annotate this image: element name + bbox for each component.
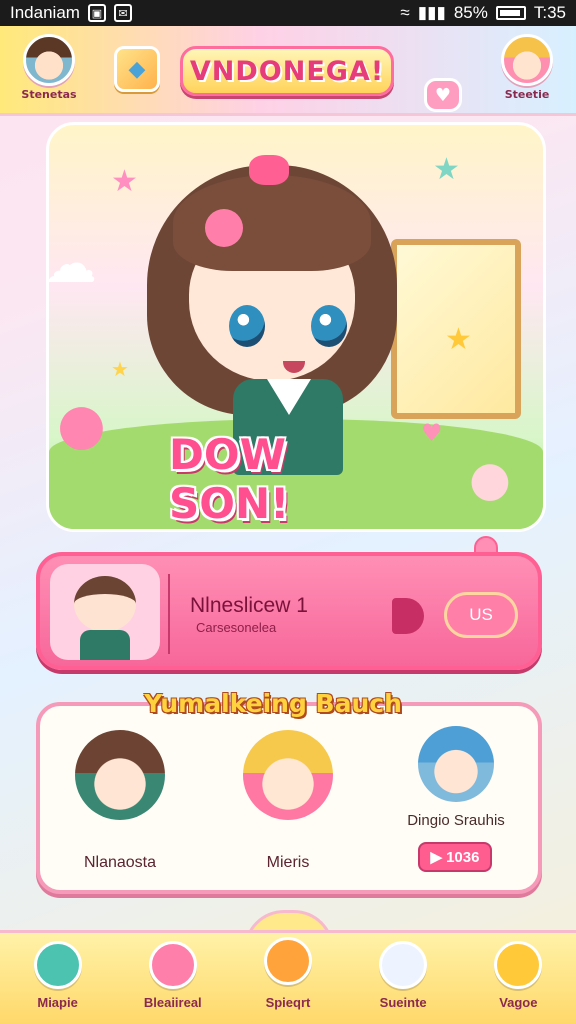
profile-avatar[interactable] [50, 564, 160, 660]
creature-icon [379, 941, 428, 989]
panel-title: Yumalkeing Bauch [144, 688, 402, 718]
nav-item-center[interactable]: Spieqrt [240, 933, 336, 1010]
right-player-avatar[interactable]: Steetie [492, 34, 562, 101]
pink-creature-icon: ● [57, 392, 106, 457]
bookmark-icon[interactable] [392, 598, 424, 634]
battery-percent: 85% [453, 3, 488, 22]
wifi-icon: ≈ [400, 3, 410, 22]
buy-button[interactable]: ▶ 1036 [418, 842, 492, 872]
hero-banner-text: DOW SON! [169, 430, 290, 528]
clock: T:35 [533, 3, 566, 22]
star-icon: ★ [111, 357, 129, 381]
star-icon: ★ [445, 322, 472, 357]
character-card[interactable]: Mieris [218, 730, 358, 872]
game-title: VNDONEGA! [180, 46, 394, 96]
cloud-icon: ☁ [46, 232, 97, 295]
character-card[interactable]: Dingio Srauhis [386, 726, 526, 829]
creature-icon [33, 941, 82, 989]
star-icon: ★ [111, 164, 138, 199]
character-card[interactable]: Nlanaosta [50, 730, 190, 872]
creature-icon [494, 941, 543, 989]
profile-card[interactable]: Nlneslicew 1 Carsesonelea US [36, 536, 542, 670]
character-name: Dingio Srauhis [407, 812, 505, 829]
right-eye [311, 305, 347, 347]
left-eye [229, 305, 265, 347]
battery-icon [495, 6, 526, 20]
game-header: Stenetas ◆ VNDONEGA! ♥ Steetie [0, 26, 576, 116]
heart-icon[interactable]: ♥ [424, 78, 462, 112]
divider [168, 574, 170, 654]
us-button[interactable]: US [444, 592, 518, 638]
message-icon: ✉ [113, 4, 132, 22]
right-avatar-label: Steetie [504, 88, 550, 101]
character-name: Nlanaosta [83, 854, 157, 871]
radish-creature-icon: ● [469, 451, 511, 507]
profile-subtitle: Carsesonelea [196, 620, 277, 635]
character-portrait [75, 730, 165, 820]
hair-flower [205, 209, 243, 247]
avatar [23, 34, 75, 86]
hair-bow [249, 155, 289, 185]
bell-icon[interactable] [474, 536, 498, 554]
hero-scene[interactable]: ★ ★ ★ ★ ♥ ☁ ● ● DOW SON! [46, 122, 546, 532]
app-name: Indaniam [10, 3, 80, 22]
avatar [501, 34, 553, 86]
left-player-avatar[interactable]: Stenetas [14, 34, 84, 101]
status-bar: Indaniam ▣ ✉ ≈ ▮▮▮ 85% T:35 [0, 0, 576, 26]
signal-icon: ▮▮▮ [417, 3, 446, 22]
character-name: Mieris [266, 854, 310, 871]
nav-item-collection[interactable]: Bleaiireal [125, 933, 221, 1010]
notification-icon: ▣ [87, 4, 106, 22]
nav-item-friends[interactable]: Sueinte [355, 933, 451, 1010]
play-icon: ▶ [430, 849, 443, 866]
nav-item-home[interactable]: Miapie [10, 933, 106, 1010]
main-character[interactable] [147, 155, 397, 475]
character-portrait [418, 726, 494, 802]
star-icon: ★ [433, 152, 460, 187]
gem-icon[interactable]: ◆ [114, 46, 160, 92]
profile-name: Nlneslicew 1 [190, 594, 308, 617]
bottom-nav: Miapie Bleaiireal Spieqrt Sueinte Vagoe [0, 930, 576, 1024]
nav-item-settings[interactable]: Vagoe [470, 933, 566, 1010]
price-value: 1036 [446, 848, 480, 866]
character-portrait [243, 730, 333, 820]
creature-icon [263, 937, 312, 985]
creature-icon [148, 941, 197, 989]
heart-icon: ♥ [421, 419, 443, 447]
left-avatar-label: Stenetas [21, 88, 77, 101]
